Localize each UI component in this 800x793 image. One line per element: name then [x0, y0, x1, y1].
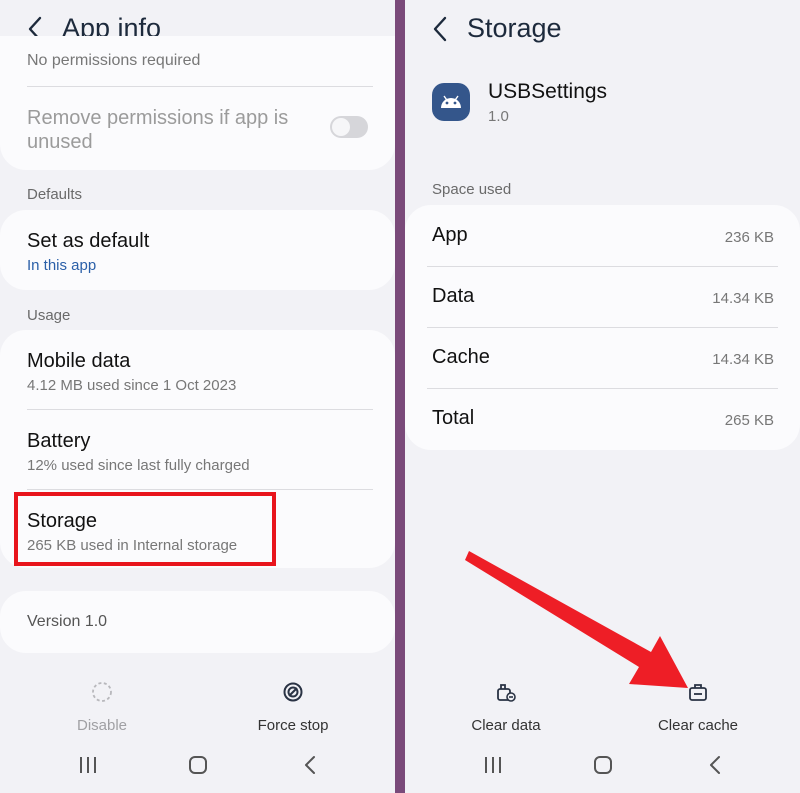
storage-row-total: Total 265 KB: [405, 388, 800, 449]
set-as-default-card[interactable]: Set as default In this app: [0, 210, 395, 290]
clear-data-button[interactable]: Clear data: [431, 680, 581, 734]
space-used-card: App 236 KB Data 14.34 KB Cache 14.34 KB …: [405, 205, 800, 450]
force-stop-icon: [283, 682, 303, 702]
clear-cache-label: Clear cache: [657, 717, 739, 734]
home-icon[interactable]: [178, 747, 218, 783]
battery-row[interactable]: Battery 12% used since last fully charge…: [0, 410, 395, 488]
storage-row-label: App: [432, 224, 468, 246]
version-text: Version 1.0: [27, 613, 108, 630]
set-as-default-title: Set as default: [27, 230, 150, 252]
remove-permissions-label: Remove permissions if app is unused: [27, 107, 289, 153]
permissions-card: No permissions required Remove permissio…: [0, 36, 395, 170]
remove-permissions-toggle[interactable]: [330, 116, 368, 138]
mobile-data-row[interactable]: Mobile data 4.12 MB used since 1 Oct 202…: [0, 330, 395, 408]
storage-row-data: Data 14.34 KB: [405, 266, 800, 327]
storage-row-value: 236 KB: [724, 229, 774, 246]
storage-row-cache: Cache 14.34 KB: [405, 327, 800, 388]
recent-apps-icon[interactable]: [68, 747, 108, 783]
partial-permissions-text: No permissions required: [27, 52, 201, 69]
page-title: Storage: [467, 13, 562, 43]
storage-screen: Storage USBSettings 1.0 Space used App 2…: [405, 0, 800, 793]
clear-data-icon: [497, 684, 516, 702]
storage-header: Storage: [405, 8, 800, 52]
battery-title: Battery: [27, 430, 91, 452]
home-icon[interactable]: [583, 747, 623, 783]
version-card: Version 1.0: [0, 591, 395, 653]
storage-row-value: 14.34 KB: [712, 351, 774, 368]
storage-row-value: 265 KB: [724, 412, 774, 429]
force-stop-label: Force stop: [257, 717, 329, 734]
system-nav-bar: [0, 737, 395, 793]
storage-row-value: 14.34 KB: [712, 290, 774, 307]
clear-cache-icon: [689, 684, 707, 701]
clear-data-label: Clear data: [471, 717, 541, 734]
disable-label: Disable: [76, 717, 128, 734]
defaults-section-header: Defaults: [27, 186, 83, 203]
storage-row-label: Total: [432, 407, 475, 429]
android-app-icon: [432, 83, 470, 121]
disable-button[interactable]: Disable: [27, 680, 177, 734]
clear-cache-button[interactable]: Clear cache: [623, 680, 773, 734]
toggle-knob: [332, 118, 350, 136]
storage-highlight-box: [14, 492, 276, 566]
app-info-screen: App info No permissions required Remove …: [0, 0, 395, 793]
storage-row-label: Cache: [432, 346, 490, 368]
nav-back-icon[interactable]: [290, 747, 330, 783]
force-stop-button[interactable]: Force stop: [218, 680, 368, 734]
app-name: USBSettings: [488, 80, 608, 103]
space-used-section-header: Space used: [432, 181, 512, 198]
set-as-default-sub: In this app: [27, 257, 97, 274]
recent-apps-icon[interactable]: [473, 747, 513, 783]
divider: [27, 86, 373, 87]
battery-sub: 12% used since last fully charged: [27, 457, 250, 474]
usage-section-header: Usage: [27, 307, 71, 324]
back-arrow-icon[interactable]: [427, 14, 453, 44]
disable-icon: [92, 682, 112, 702]
app-header: USBSettings 1.0: [432, 80, 772, 130]
nav-back-icon[interactable]: [695, 747, 735, 783]
storage-row-app: App 236 KB: [405, 205, 800, 266]
app-version: 1.0: [488, 108, 509, 125]
system-nav-bar: [405, 737, 800, 793]
mobile-data-title: Mobile data: [27, 350, 131, 372]
mobile-data-sub: 4.12 MB used since 1 Oct 2023: [27, 377, 237, 394]
storage-row-label: Data: [432, 285, 475, 307]
